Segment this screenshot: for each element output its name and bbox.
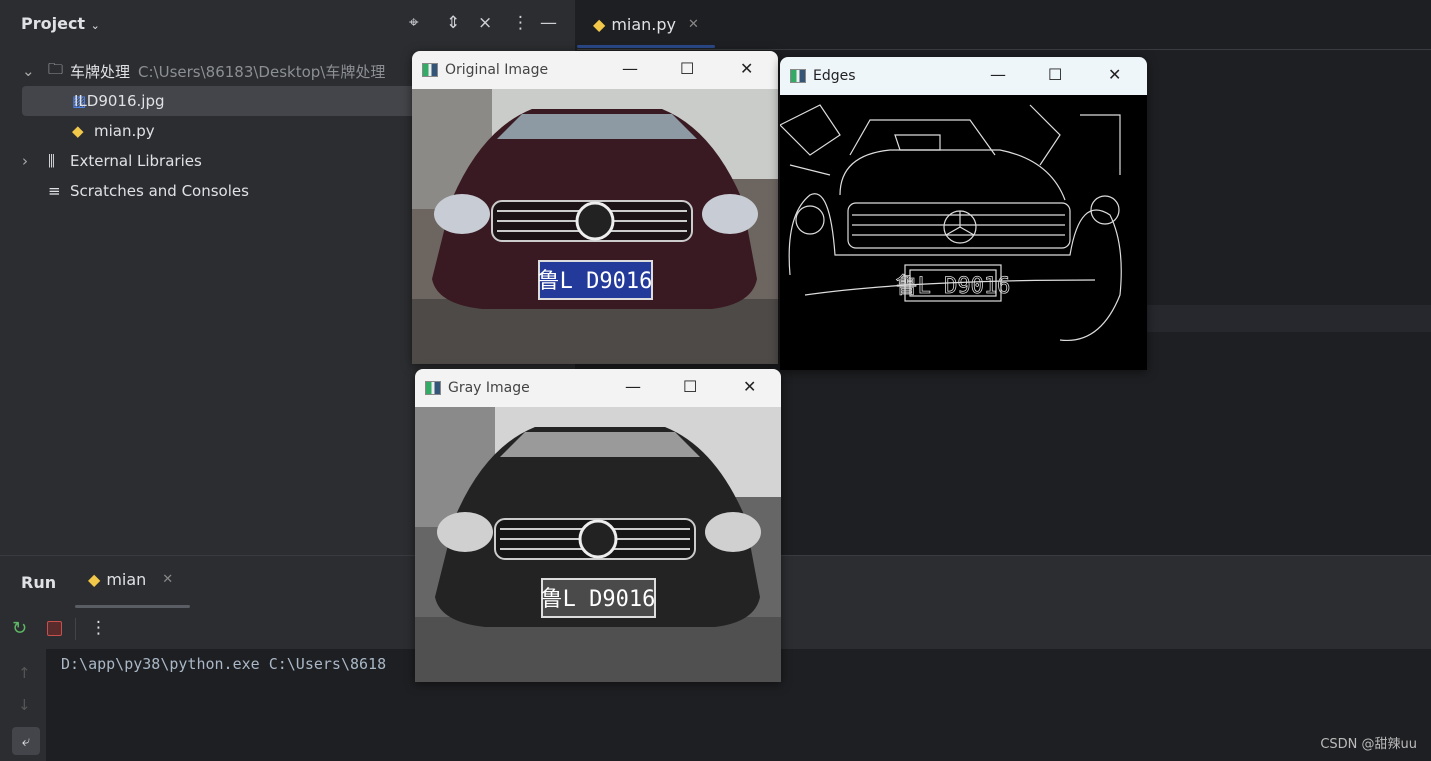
scroll-down-icon[interactable]: ↓ bbox=[18, 696, 31, 714]
minimize-icon[interactable]: — bbox=[540, 13, 557, 33]
collapse-all-icon[interactable]: ⨯ bbox=[478, 13, 492, 33]
original-image-window: Original Image — ☐ ✕ 鲁L D9016 bbox=[412, 51, 778, 364]
plate-text: 鲁L D9016 bbox=[896, 274, 1011, 299]
watermark: CSDN @甜辣uu bbox=[1320, 737, 1417, 752]
project-title[interactable]: Project ⌄ bbox=[21, 14, 100, 33]
expand-all-icon[interactable]: ⇕ bbox=[446, 13, 460, 33]
editor-tab-bar: ◆ mian.py ✕ bbox=[577, 0, 1431, 50]
tree-label: External Libraries bbox=[70, 152, 202, 170]
close-icon[interactable]: ✕ bbox=[743, 377, 756, 396]
window-title: Edges bbox=[813, 68, 856, 84]
tab-underline bbox=[577, 45, 715, 48]
close-icon[interactable]: ✕ bbox=[162, 572, 173, 587]
scroll-up-icon[interactable]: ↑ bbox=[18, 664, 31, 682]
file-label: ILD9016.jpg bbox=[74, 92, 165, 110]
plate-text: 鲁L D9016 bbox=[538, 269, 653, 294]
run-title: Run bbox=[21, 573, 57, 592]
window-app-icon bbox=[425, 381, 441, 395]
python-icon: ◆ bbox=[88, 570, 101, 589]
window-titlebar[interactable]: Gray Image — ☐ ✕ bbox=[415, 369, 781, 407]
locate-icon[interactable]: ⌖ bbox=[409, 13, 419, 33]
close-icon[interactable]: ✕ bbox=[688, 17, 699, 32]
python-icon: ◆ bbox=[593, 14, 606, 34]
maximize-icon[interactable]: ☐ bbox=[1048, 65, 1062, 84]
folder-icon: 🗀 bbox=[48, 59, 64, 78]
minimize-icon[interactable]: — bbox=[625, 377, 641, 396]
close-icon[interactable]: ✕ bbox=[740, 59, 753, 78]
window-title: Gray Image bbox=[448, 380, 530, 396]
window-app-icon bbox=[790, 69, 806, 83]
rerun-icon[interactable]: ↻ bbox=[12, 618, 27, 639]
minimize-icon[interactable]: — bbox=[990, 65, 1006, 84]
run-tab-label: mian bbox=[106, 570, 147, 589]
folder-path: C:\Users\86183\Desktop\车牌处理 bbox=[138, 62, 386, 81]
tab-label: mian.py bbox=[611, 14, 676, 34]
file-label: mian.py bbox=[94, 122, 155, 140]
image-file-icon: ▨ bbox=[72, 92, 87, 110]
window-title: Original Image bbox=[445, 62, 549, 78]
tree-label: Scratches and Consoles bbox=[70, 182, 249, 200]
window-app-icon bbox=[422, 63, 438, 77]
gray-image-window: Gray Image — ☐ ✕ 鲁L D9016 bbox=[415, 369, 781, 682]
tab-mian-py[interactable]: ◆ mian.py ✕ bbox=[593, 0, 699, 48]
folder-label: 车牌处理 bbox=[70, 62, 131, 81]
window-titlebar[interactable]: Original Image — ☐ ✕ bbox=[412, 51, 778, 89]
more-options-icon[interactable]: ⋮ bbox=[512, 13, 529, 33]
run-tab-mian[interactable]: ◆ mian ✕ bbox=[88, 570, 173, 589]
maximize-icon[interactable]: ☐ bbox=[680, 59, 694, 78]
original-car-image: 鲁L D9016 bbox=[412, 89, 778, 364]
minimize-icon[interactable]: — bbox=[622, 59, 638, 78]
maximize-icon[interactable]: ☐ bbox=[683, 377, 697, 396]
soft-wrap-icon[interactable]: ⤶ bbox=[12, 727, 40, 755]
plate-text: 鲁L D9016 bbox=[541, 587, 656, 612]
stop-icon[interactable] bbox=[47, 621, 62, 636]
chevron-down-icon: ⌄ bbox=[90, 19, 100, 32]
chevron-right-icon: › bbox=[22, 152, 28, 170]
window-titlebar[interactable]: Edges — ☐ ✕ bbox=[780, 57, 1147, 95]
scratches-icon: ≡ bbox=[48, 182, 61, 200]
edges-window: Edges — ☐ ✕ 鲁L D9016 bbox=[780, 57, 1147, 370]
project-title-label: Project bbox=[21, 14, 86, 33]
python-icon: ◆ bbox=[72, 122, 84, 140]
edges-image: 鲁L D9016 bbox=[780, 95, 1147, 370]
more-options-icon[interactable]: ⋮ bbox=[90, 618, 107, 638]
library-icon: ⫼ bbox=[48, 152, 55, 170]
console-line: D:\app\py38\python.exe C:\Users\8618 bbox=[61, 655, 387, 673]
divider bbox=[75, 618, 76, 640]
close-icon[interactable]: ✕ bbox=[1108, 65, 1121, 84]
gray-car-image: 鲁L D9016 bbox=[415, 407, 781, 682]
run-tab-underline bbox=[75, 605, 190, 608]
chevron-down-icon: ⌄ bbox=[22, 62, 35, 80]
